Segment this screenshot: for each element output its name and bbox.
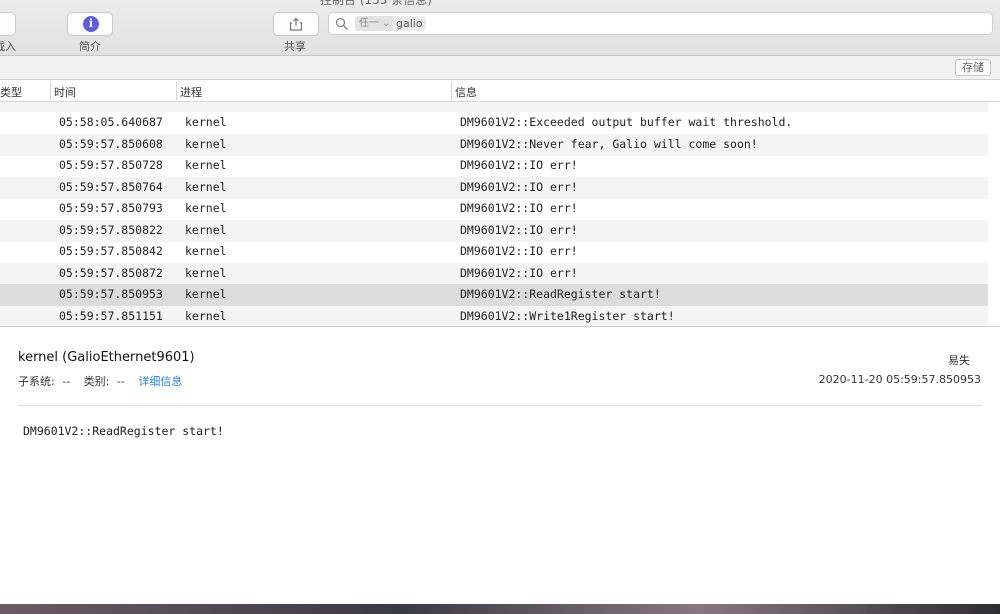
row-message: DM9601V2::IO err! [460, 244, 578, 258]
detail-meta: 子系统: -- 类别: -- 详细信息 [18, 373, 186, 389]
table-header: 类型 时间 进程 信息 [0, 80, 1000, 102]
share-icon [289, 17, 303, 31]
row-process: kernel [185, 115, 227, 129]
table-row[interactable]: 05:59:57.850842 kernel DM9601V2::IO err! [0, 241, 988, 263]
split-divider[interactable] [0, 326, 1000, 327]
row-time: 05:59:57.850793 [59, 201, 163, 215]
search-icon [335, 17, 348, 30]
load-button[interactable] [0, 12, 16, 36]
table-row[interactable]: 05:58:05.640687 kernel DM9601V2::Exceeded … [0, 112, 988, 134]
row-time: 05:59:57.850822 [59, 222, 163, 237]
row-message: DM9601V2::IO err! [460, 158, 578, 172]
row-process: kernel [185, 244, 227, 258]
table-row[interactable]: 05:59:57.850953 kernel DM9601V2::ReadRegis… [0, 284, 988, 306]
toolbar: 控制台 (153 条信息) 载入 i 简介 共享 任一 ⌄ galio [0, 0, 1000, 56]
row-message: DM9601V2::Exceeded output buffer wait th… [460, 115, 793, 129]
category-label: 类别: [83, 375, 110, 388]
search-scope-token[interactable]: 任一 ⌄ [355, 16, 395, 31]
table-row[interactable]: 05:59:57.850728 kernel DM9601V2::IO err! [0, 155, 988, 177]
row-process: kernel [185, 179, 227, 194]
row-process: kernel [185, 222, 227, 237]
save-button[interactable]: 存储 [955, 59, 991, 76]
row-process: kernel [185, 265, 227, 280]
column-separator[interactable] [451, 82, 452, 100]
row-time: 05:59:57.850953 [59, 287, 163, 301]
row-time: 05:59:57.851151 [59, 308, 163, 323]
row-message: DM9601V2::Write1Register start! [460, 308, 675, 323]
window-title: 控制台 (153 条信息) [320, 0, 432, 7]
row-process: kernel [185, 287, 227, 301]
save-bar: 存储 [0, 56, 1000, 80]
table-row[interactable]: 05:59:57.850822 kernel DM9601V2::IO err! [0, 219, 988, 242]
desktop-strip [0, 604, 1000, 614]
table-row[interactable]: 05:59:57.850872 kernel DM9601V2::IO err! [0, 262, 988, 285]
row-time: 05:59:57.850608 [59, 136, 163, 151]
row-message: DM9601V2::IO err! [460, 265, 578, 280]
column-message[interactable]: 信息 [455, 84, 477, 100]
share-button[interactable] [273, 12, 319, 36]
detail-message[interactable]: DM9601V2::ReadRegister start! [23, 424, 224, 438]
search-token[interactable]: galio [393, 16, 426, 31]
row-time: 05:59:57.850764 [59, 179, 163, 194]
row-time: 05:59:57.850728 [59, 158, 163, 172]
log-table[interactable]: 05:58:05.640687 kernel DM9601V2::Exceeded … [0, 102, 1000, 326]
details-link[interactable]: 详细信息 [138, 375, 182, 388]
info-label: 简介 [79, 40, 101, 53]
table-row[interactable]: 05:59:57.850608 kernel DM9601V2::Never fea… [0, 133, 988, 156]
table-row-partial[interactable] [0, 102, 988, 112]
row-message: DM9601V2::ReadRegister start! [460, 287, 661, 301]
row-process: kernel [185, 158, 227, 172]
row-time: 05:59:57.850842 [59, 244, 163, 258]
row-process: kernel [185, 201, 227, 215]
subsystem-label: 子系统: [18, 375, 55, 388]
table-row[interactable]: 05:59:57.850793 kernel DM9601V2::IO err! [0, 198, 988, 220]
column-time[interactable]: 时间 [54, 84, 76, 100]
category-value: -- [116, 375, 125, 388]
row-time: 05:58:05.640687 [59, 115, 163, 129]
load-label: 载入 [0, 40, 16, 53]
column-separator[interactable] [50, 82, 51, 100]
search-field[interactable]: 任一 ⌄ galio [328, 12, 993, 35]
share-label: 共享 [284, 40, 306, 53]
detail-title: kernel (GalioEthernet9601) [18, 350, 195, 365]
row-time: 05:59:57.850872 [59, 265, 163, 280]
column-process[interactable]: 进程 [180, 84, 202, 100]
subsystem-value: -- [62, 375, 71, 388]
row-message: DM9601V2::Never fear, Galio will come so… [460, 136, 758, 151]
volatile-label: 易失 [948, 354, 970, 367]
column-type[interactable]: 类型 [0, 84, 22, 100]
row-process: kernel [185, 308, 227, 323]
detail-timestamp: 2020-11-20 05:59:57.850953 [818, 373, 981, 386]
info-button[interactable]: i [67, 12, 113, 36]
detail-divider [18, 405, 982, 406]
row-message: DM9601V2::IO err! [460, 201, 578, 215]
table-row[interactable]: 05:59:57.851151 kernel DM9601V2::Write1Reg… [0, 305, 988, 326]
info-icon: i [83, 16, 99, 32]
row-message: DM9601V2::IO err! [460, 179, 578, 194]
row-message: DM9601V2::IO err! [460, 222, 578, 237]
table-row[interactable]: 05:59:57.850764 kernel DM9601V2::IO err! [0, 176, 988, 199]
row-process: kernel [185, 136, 227, 151]
column-separator[interactable] [176, 82, 177, 100]
